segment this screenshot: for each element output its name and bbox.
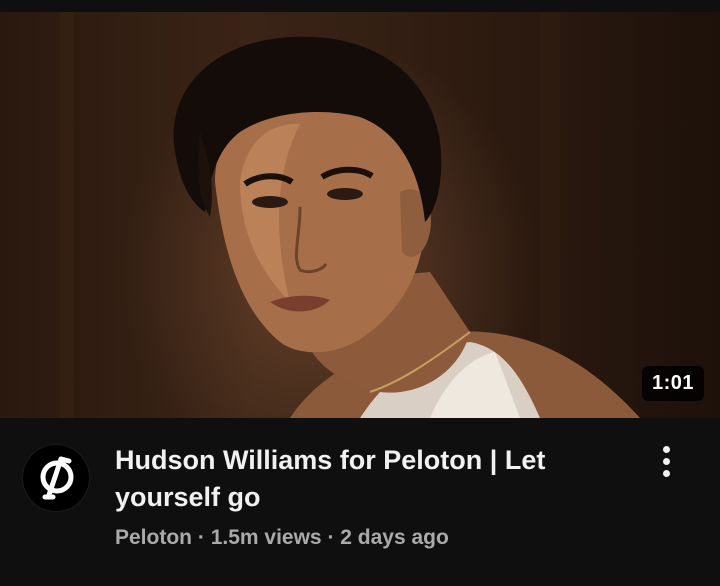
view-count: 1.5m views	[210, 526, 322, 549]
video-title[interactable]: Hudson Williams for Peloton | Let yourse…	[115, 442, 615, 516]
duration-badge: 1:01	[641, 366, 704, 401]
more-vertical-icon[interactable]	[652, 446, 680, 486]
channel-avatar[interactable]	[22, 444, 90, 512]
menu-dot	[662, 458, 670, 465]
video-thumbnail[interactable]: 1:01	[0, 12, 720, 418]
menu-dot	[662, 470, 670, 477]
peloton-logo-icon	[40, 456, 74, 500]
video-metadata: Peloton · 1.5m views · 2 days ago	[115, 526, 449, 550]
video-card[interactable]: 1:01 Hudson Williams for Peloton | Let y…	[0, 0, 720, 586]
upload-age: 2 days ago	[340, 526, 449, 549]
thumbnail-image	[60, 12, 640, 418]
menu-dot	[662, 446, 670, 453]
channel-name[interactable]: Peloton	[115, 526, 192, 549]
meta-separator: ·	[197, 526, 205, 549]
video-details: Hudson Williams for Peloton | Let yourse…	[0, 418, 720, 586]
meta-separator: ·	[327, 526, 335, 549]
